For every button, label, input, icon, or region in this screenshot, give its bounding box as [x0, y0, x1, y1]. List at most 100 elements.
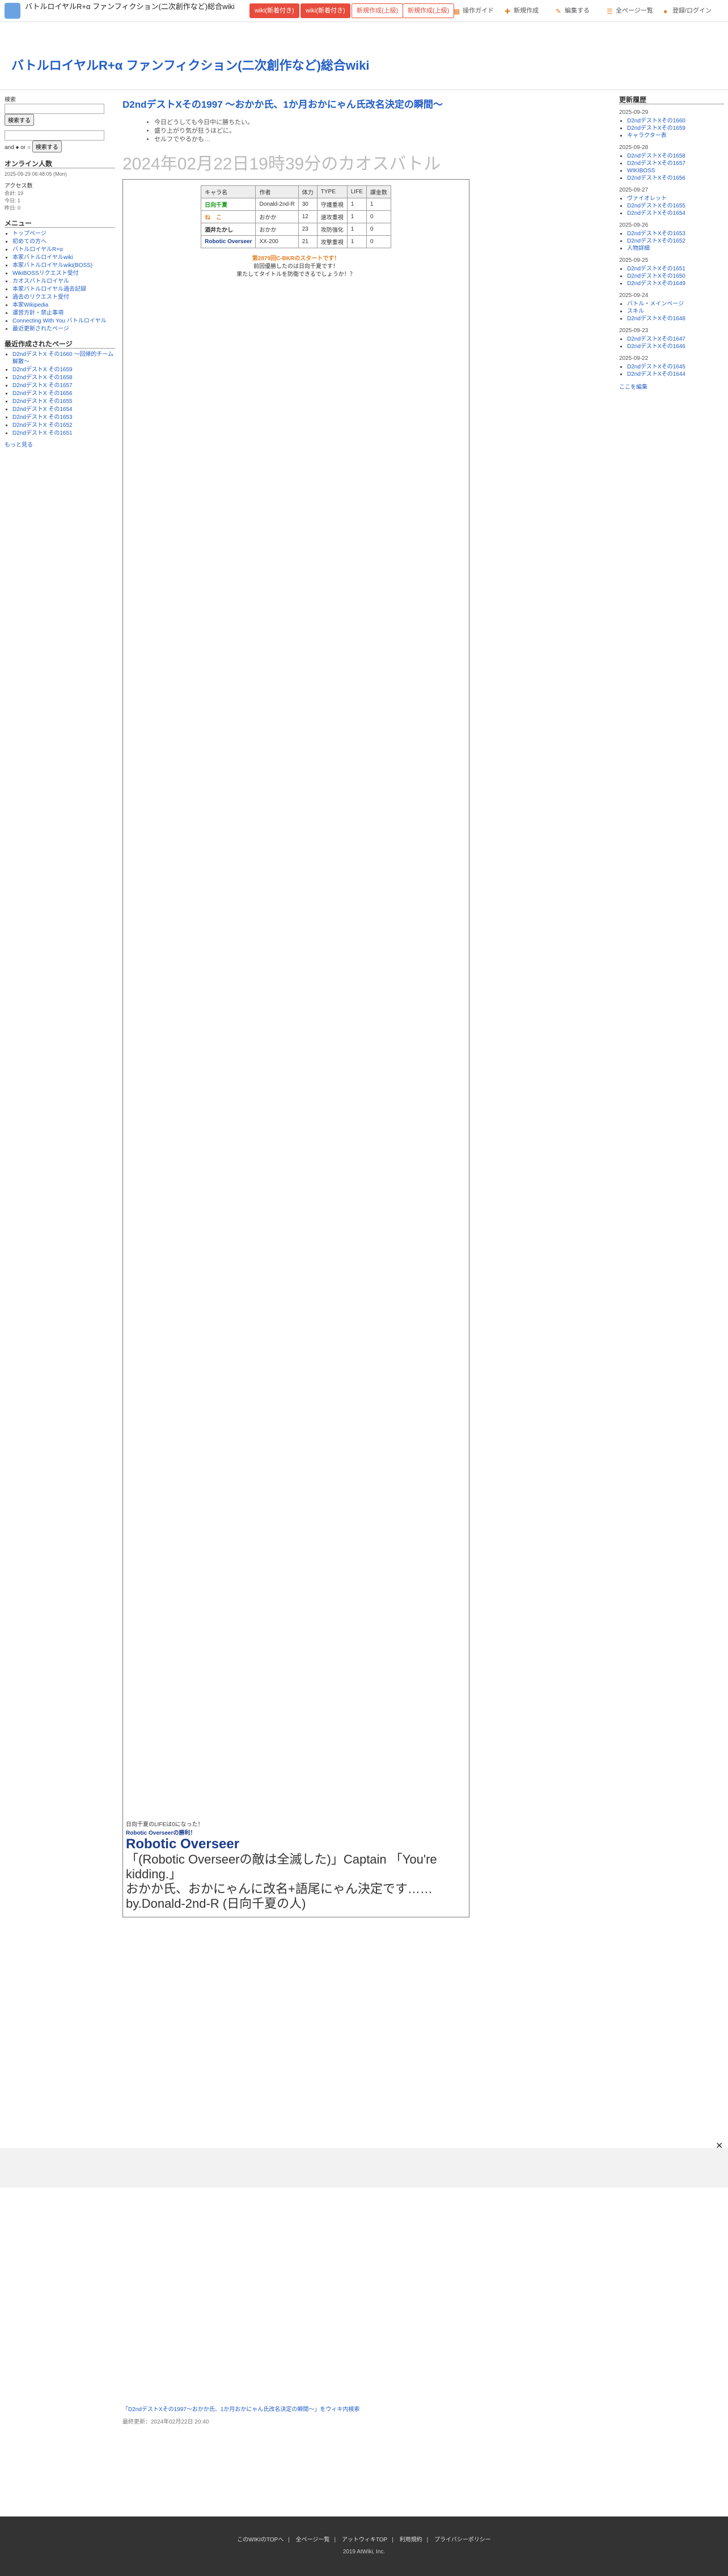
footer-link[interactable]: プライバシーポリシー [434, 2537, 491, 2543]
footer-link[interactable]: 全ページ一覧 [296, 2537, 330, 2543]
guide-icon: ▦ [454, 7, 460, 15]
wiki-button-2[interactable]: wiki(新着付き) [300, 3, 350, 18]
footer-link[interactable]: アットウィキTOP [342, 2537, 387, 2543]
edit-here-link[interactable]: ここを編集 [619, 384, 647, 391]
andor-option[interactable]: and ● or ○ [5, 145, 31, 151]
search-label: 検索 [5, 97, 16, 103]
battle-start-text: 第2879回C-BKRのスタートです！ 前回優勝したのは日向千夏です！ 果たして… [236, 256, 355, 278]
menu-item[interactable]: 本家バトルロイヤルwiki(BOSS) [12, 262, 115, 269]
menu-item[interactable]: 最近更新されたページ [12, 325, 115, 333]
site-name[interactable]: バトルロイヤルR+α ファンフィクション(二次創作など)総合wiki [25, 3, 240, 11]
recent-item[interactable]: D2ndデストX その1658 [12, 374, 115, 381]
history-item[interactable]: D2ndデストXその1650 [627, 273, 724, 280]
menu-item[interactable]: Connecting With You バトルロイヤル [12, 317, 115, 325]
history-item[interactable]: D2ndデストXその1652 [627, 237, 724, 245]
battle-log [126, 286, 466, 1816]
site-header: バトルロイヤルR+α ファンフィクション(二次創作など)総合wiki [0, 22, 728, 90]
history-date: 2025-09-23 [619, 328, 649, 334]
access-total: 合計: 19 [5, 190, 24, 196]
nav-create[interactable]: ✚ 新規作成 [505, 6, 539, 15]
history-item[interactable]: バトル・メインページ [627, 300, 724, 308]
recent-item[interactable]: D2ndデストX その1656 [12, 390, 115, 397]
recent-item[interactable]: D2ndデストX その1654 [12, 406, 115, 413]
access-heading: アクセス数 [5, 183, 33, 189]
history-item[interactable]: D2ndデストXその1660 [627, 117, 724, 125]
history-item[interactable]: D2ndデストXその1654 [627, 210, 724, 217]
menu-item[interactable]: カオスバトルロイヤル [12, 278, 115, 285]
main-content: D2ndデストXその1997 ～おかか氏、1か月おかにゃん氏改名決定の瞬間～ 今… [122, 96, 609, 1917]
recent-item[interactable]: D2ndデストX その1653 [12, 414, 115, 421]
create-button-2[interactable]: 新規作成(上級) [403, 3, 455, 18]
wiki-search-link[interactable]: 「D2ndデストXその1997～おかか氏、1か月おかにゃん氏改名決定の瞬間～」を… [122, 2407, 359, 2413]
menu-item[interactable]: 過去のリクエスト受付 [12, 294, 115, 301]
recent-item[interactable]: D2ndデストX その1659 [12, 366, 115, 374]
history-list: D2ndデストXその1647D2ndデストXその1646 [619, 336, 724, 350]
footer-link[interactable]: このWIKIのTOPへ [237, 2537, 283, 2543]
nav-all-pages[interactable]: ☰ 全ページ一覧 [607, 6, 653, 15]
edit-icon: ✎ [556, 7, 562, 15]
history-item[interactable]: D2ndデストXその1659 [627, 125, 724, 132]
close-icon[interactable]: ✕ [716, 2140, 723, 2151]
history-item[interactable]: キャラクター表 [627, 132, 724, 139]
update-history-heading: 更新履歴 [619, 96, 724, 104]
history-item[interactable]: 人物詳細 [627, 245, 724, 252]
history-list: D2ndデストXその1651D2ndデストXその1650D2ndデストXその16… [619, 265, 724, 287]
recent-item[interactable]: D2ndデストX その1651 [12, 430, 115, 437]
history-item[interactable]: ヴァイオレット [627, 195, 724, 202]
wiki-button-1[interactable]: wiki(新着付き) [249, 3, 299, 18]
history-item[interactable]: D2ndデストXその1647 [627, 336, 724, 343]
create-button-1[interactable]: 新規作成(上級) [352, 3, 404, 18]
history-list: D2ndデストXその1660D2ndデストXその1659キャラクター表 [619, 117, 724, 139]
history-item[interactable]: D2ndデストXその1645 [627, 363, 724, 371]
footer-link[interactable]: 利用規約 [400, 2537, 422, 2543]
recent-item[interactable]: D2ndデストX その1652 [12, 422, 115, 429]
history-item[interactable]: D2ndデストXその1653 [627, 230, 724, 237]
search-button-2[interactable]: 検索する [32, 141, 62, 152]
final-decision: おかか氏、おかにゃんに改名+語尾にゃん決定です…… [126, 1882, 433, 1896]
history-item[interactable]: D2ndデストXその1658 [627, 152, 724, 160]
history-item[interactable]: D2ndデストXその1651 [627, 265, 724, 273]
nav-login[interactable]: ● 登録/ログイン [663, 6, 712, 15]
menu-item[interactable]: トップページ [12, 230, 115, 237]
search-input[interactable] [5, 104, 104, 114]
plus-icon: ✚ [505, 7, 511, 15]
history-item[interactable]: D2ndデストXその1648 [627, 315, 724, 322]
table-row: 日向千夏 Donald-2nd-R 30 守護重視 1 1 [201, 198, 391, 211]
history-item[interactable]: WIKIBOSS [627, 167, 724, 175]
more-link[interactable]: もっと見る [5, 442, 33, 448]
history-item[interactable]: D2ndデストXその1644 [627, 371, 724, 378]
menu-item[interactable]: 本家バトルロイヤルwiki [12, 254, 115, 261]
recent-heading: 最近作成されたページ [5, 341, 115, 349]
search-button[interactable]: 検索する [5, 114, 34, 126]
intro-list: 今日どうしても今日中に勝ちたい。 盛り上がり気が狂うほどに。 セルフでやるかも… [132, 118, 609, 144]
nav-guide[interactable]: ▦ 操作ガイド [454, 6, 494, 15]
history-item[interactable]: D2ndデストXその1656 [627, 175, 724, 182]
menu-item[interactable]: WikiBOSSリクエスト受付 [12, 270, 115, 277]
site-logo[interactable] [5, 3, 20, 19]
list-icon: ☰ [607, 7, 613, 15]
online-heading: オンライン人数 [5, 160, 115, 168]
page-title: D2ndデストXその1997 ～おかか氏、1か月おかにゃん氏改名決定の瞬間～ [122, 99, 443, 110]
search-input-2[interactable] [5, 130, 104, 141]
history-item[interactable]: D2ndデストXその1657 [627, 160, 724, 167]
menu-item[interactable]: 初めての方へ [12, 238, 115, 245]
menu-item[interactable]: バトルロイヤルR+α [12, 246, 115, 253]
nav-edit[interactable]: ✎ 編集する [556, 6, 590, 15]
menu-item[interactable]: 本家Wikipedia [12, 302, 115, 309]
history-item[interactable]: D2ndデストXその1646 [627, 343, 724, 350]
character-table: キャラ名 作者 体力 TYPE LIFE 課金数 日向千夏 Donald-2nd-… [201, 185, 391, 248]
menu-item[interactable]: 運営方針・禁止事項 [12, 309, 115, 317]
site-title[interactable]: バトルロイヤルR+α ファンフィクション(二次創作など)総合wiki [11, 56, 370, 74]
recent-item[interactable]: D2ndデストX その1660 ～回帰的チーム解散～ [12, 351, 115, 366]
history-item[interactable]: D2ndデストXその1655 [627, 202, 724, 210]
menu-item[interactable]: 本家バトルロイヤル過去記録 [12, 286, 115, 293]
user-icon: ● [663, 7, 668, 15]
col-header: TYPE [316, 185, 348, 198]
col-header: 課金数 [366, 185, 391, 198]
history-item[interactable]: スキル [627, 308, 724, 315]
site-footer: このWIKIのTOPへ | 全ページ一覧 | アットウィキTOP | 利用規約 | プラ… [0, 2516, 728, 2576]
history-item[interactable]: D2ndデストXその1649 [627, 280, 724, 287]
recent-item[interactable]: D2ndデストX その1657 [12, 382, 115, 389]
recent-item[interactable]: D2ndデストX その1655 [12, 398, 115, 405]
final-quote: 「(Robotic Overseerの敵は全滅した)」Captain 「You'… [126, 1852, 437, 1881]
